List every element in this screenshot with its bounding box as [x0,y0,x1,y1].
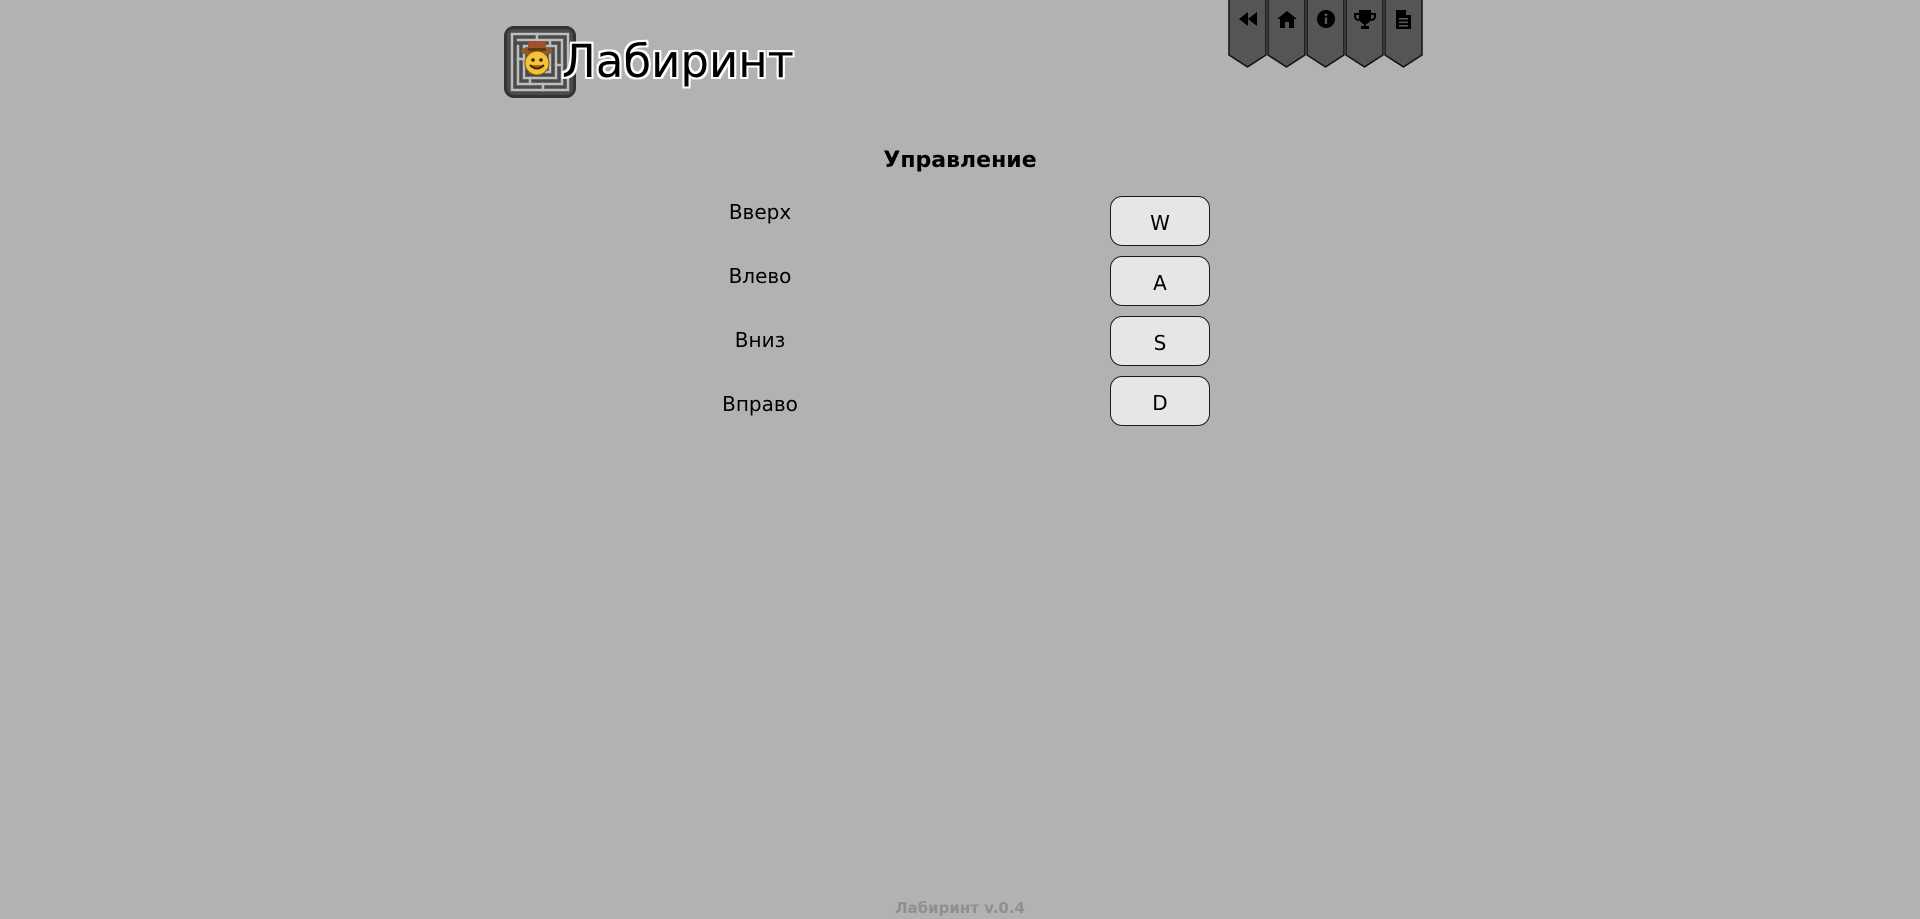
rules-button[interactable] [1384,0,1423,68]
info-icon [1306,8,1345,30]
control-label-down: Вниз [734,328,786,352]
top-navigation [1228,0,1423,70]
key-left-button[interactable]: A [1110,256,1210,306]
trophy-icon [1345,8,1384,30]
records-button[interactable] [1345,0,1384,68]
app-title: Лабиринт [562,35,794,88]
info-button[interactable] [1306,0,1345,68]
control-label-up: Вверх [728,200,792,224]
home-icon [1267,8,1306,30]
key-up-button[interactable]: W [1110,196,1210,246]
control-label-right: Вправо [722,392,798,416]
key-right-button[interactable]: D [1110,376,1210,426]
back-button[interactable] [1228,0,1267,68]
rewind-icon [1228,8,1267,30]
home-button[interactable] [1267,0,1306,68]
document-icon [1384,8,1423,30]
controls-title: Управление [883,148,1037,173]
control-label-left: Влево [728,264,792,288]
key-down-button[interactable]: S [1110,316,1210,366]
version-label: Лабиринт v.0.4 [895,899,1025,917]
